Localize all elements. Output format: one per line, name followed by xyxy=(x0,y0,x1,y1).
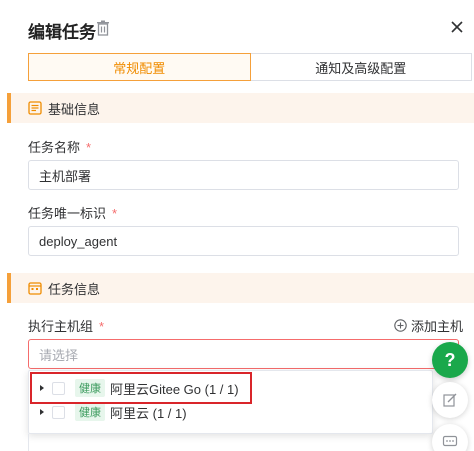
dialog-header: 编辑任务 xyxy=(0,0,474,56)
dialog-title: 编辑任务 xyxy=(28,23,96,42)
required-mark: * xyxy=(112,206,118,221)
input-value: deploy_agent xyxy=(39,233,118,249)
label-text: 执行主机组 xyxy=(28,319,94,334)
add-host-button[interactable]: 添加主机 xyxy=(394,316,463,335)
required-mark: * xyxy=(99,319,105,334)
section-basic-info: 基础信息 xyxy=(7,93,474,123)
status-badge: 健康 xyxy=(75,403,105,421)
dropdown-edge xyxy=(28,434,433,451)
input-value: 主机部署 xyxy=(39,168,92,184)
calendar-icon xyxy=(28,282,42,295)
config-tabs: 常规配置 通知及高级配置 xyxy=(28,53,472,81)
help-glyph: ? xyxy=(444,349,456,370)
tab-general[interactable]: 常规配置 xyxy=(28,53,251,81)
tab-notify-advanced[interactable]: 通知及高级配置 xyxy=(250,53,472,81)
option-label: 阿里云 (1 / 1) xyxy=(110,405,187,421)
host-group-label: 执行主机组 * xyxy=(28,316,104,335)
section-title: 任务信息 xyxy=(48,281,101,297)
task-id-input[interactable]: deploy_agent xyxy=(28,226,459,256)
host-group-select[interactable]: 请选择 xyxy=(28,339,459,369)
required-mark: * xyxy=(86,140,92,155)
edit-icon xyxy=(443,393,457,407)
label-text: 任务名称 xyxy=(28,140,81,155)
task-name-input[interactable]: 主机部署 xyxy=(28,160,459,190)
plus-circle-icon xyxy=(394,319,407,332)
chat-button[interactable] xyxy=(432,424,468,451)
section-title: 基础信息 xyxy=(48,101,101,117)
task-id-label: 任务唯一标识 * xyxy=(28,203,117,222)
trash-icon[interactable] xyxy=(96,20,110,36)
task-name-label: 任务名称 * xyxy=(28,137,91,156)
add-host-label: 添加主机 xyxy=(411,319,464,334)
highlight-box xyxy=(30,372,252,404)
label-text: 任务唯一标识 xyxy=(28,206,107,221)
caret-right-icon[interactable] xyxy=(38,408,46,416)
option-checkbox[interactable] xyxy=(52,405,65,419)
help-button[interactable]: ? xyxy=(432,342,468,378)
feedback-button[interactable] xyxy=(432,382,468,418)
list-icon xyxy=(28,101,42,115)
select-placeholder: 请选择 xyxy=(39,347,79,363)
chat-icon xyxy=(442,435,458,447)
close-icon[interactable] xyxy=(450,20,464,34)
section-task-info: 任务信息 xyxy=(7,273,474,303)
